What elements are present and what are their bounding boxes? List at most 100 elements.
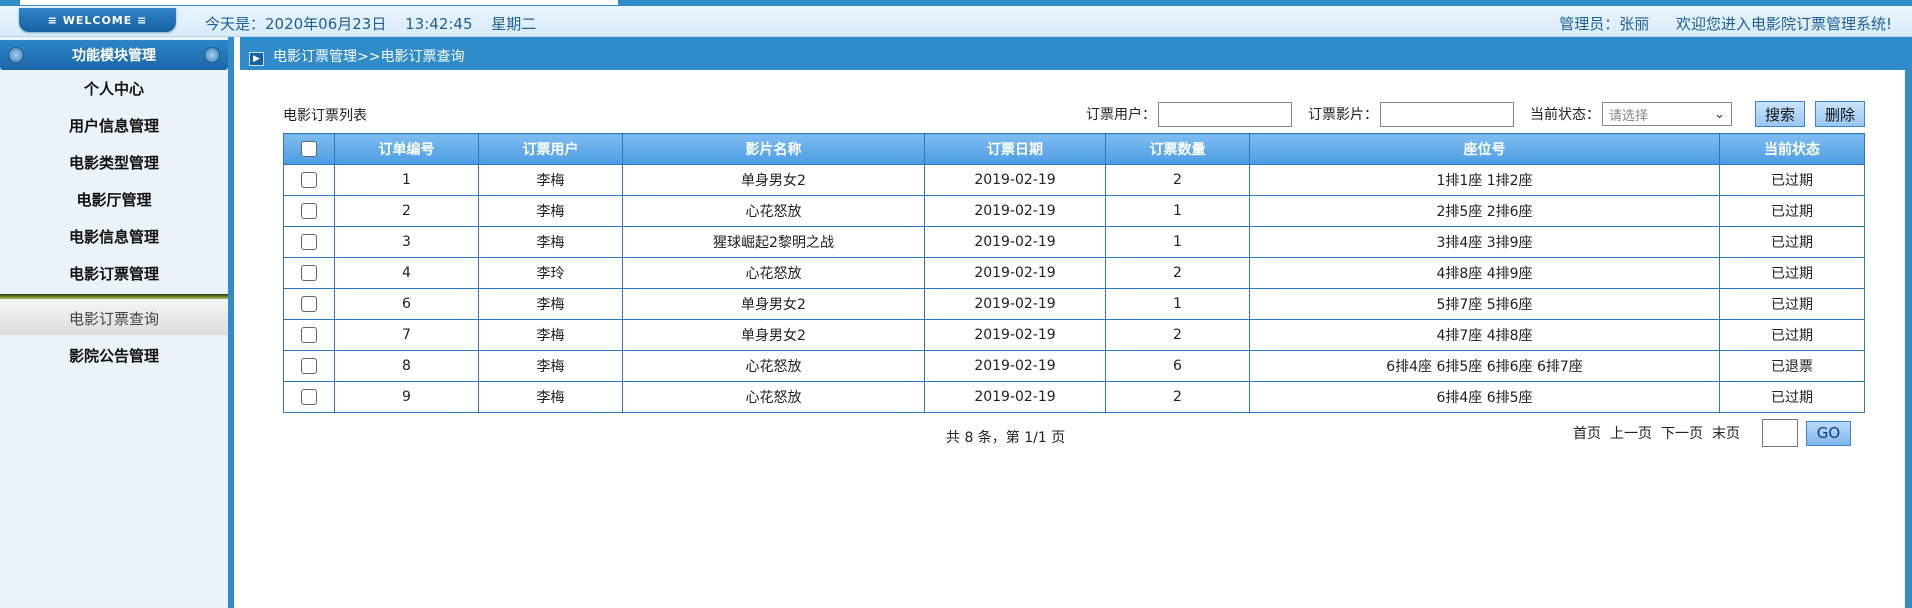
ticket-count: 1 — [1105, 226, 1250, 258]
order-id: 2 — [334, 195, 479, 227]
table-row: 4 李玲 心花怒放 2019-02-19 2 4排8座 4排9座 已过期 — [283, 257, 1865, 289]
movie-name: 单身男女2 — [622, 164, 925, 196]
pager-info: 共 8 条，第 1/1 页 — [946, 430, 1066, 446]
seat-numbers: 6排4座 6排5座 — [1249, 381, 1720, 413]
table-row: 7 李梅 单身男女2 2019-02-19 2 4排7座 4排8座 已过期 — [283, 319, 1865, 351]
booking-user: 李梅 — [478, 164, 623, 196]
row-checkbox[interactable] — [301, 358, 317, 374]
seat-numbers: 6排4座 6排5座 6排6座 6排7座 — [1249, 350, 1720, 382]
user-input[interactable] — [1158, 101, 1292, 127]
row-checkbox[interactable] — [301, 389, 317, 405]
movie-name: 心花怒放 — [622, 257, 925, 289]
booking-user: 李梅 — [478, 226, 623, 258]
ticket-table: 订单编号 订票用户 影片名称 订票日期 订票数量 座位号 当前状态 1 李梅 单… — [283, 133, 1865, 413]
row-checkbox[interactable] — [301, 296, 317, 312]
sidebar-title-text: 功能模块管理 — [72, 48, 156, 64]
search-button[interactable]: 搜索 — [1755, 101, 1805, 127]
prev-page-link[interactable]: 上一页 — [1610, 423, 1652, 443]
movie-name: 心花怒放 — [622, 381, 925, 413]
page-number-input[interactable] — [1762, 419, 1798, 447]
seat-numbers: 4排8座 4排9座 — [1249, 257, 1720, 289]
column-header: 当前状态 — [1719, 133, 1865, 165]
order-id: 8 — [334, 350, 479, 382]
movie-name: 猩球崛起2黎明之战 — [622, 226, 925, 258]
date-label: 今天是：2020年06月23日 — [205, 15, 387, 33]
row-checkbox[interactable] — [301, 234, 317, 250]
column-header: 订票日期 — [924, 133, 1106, 165]
order-status: 已过期 — [1719, 164, 1865, 196]
select-all-cell — [283, 133, 335, 165]
chevron-down-icon: ⌄ — [1714, 106, 1725, 122]
sidebar-item-movie-info[interactable]: 电影信息管理 — [0, 218, 228, 255]
welcome-message: 欢迎您进入电影院订票管理系统! — [1675, 15, 1892, 33]
row-checkbox[interactable] — [301, 265, 317, 281]
row-checkbox[interactable] — [301, 203, 317, 219]
admin-name: 管理员：张丽 — [1559, 15, 1650, 33]
status-placeholder: 请选择 — [1609, 108, 1649, 124]
ticket-count: 6 — [1105, 350, 1250, 382]
sidebar-item-personal-center[interactable]: 个人中心 — [0, 70, 228, 107]
sidebar-item-movie-type[interactable]: 电影类型管理 — [0, 144, 228, 181]
booking-user: 李梅 — [478, 319, 623, 351]
booking-date: 2019-02-19 — [924, 350, 1106, 382]
order-id: 6 — [334, 288, 479, 320]
booking-user: 李玲 — [478, 257, 623, 289]
order-status: 已过期 — [1719, 381, 1865, 413]
movie-name: 心花怒放 — [622, 195, 925, 227]
movie-label: 订票影片： — [1308, 107, 1378, 123]
row-checkbox[interactable] — [301, 172, 317, 188]
table-row: 2 李梅 心花怒放 2019-02-19 1 2排5座 2排6座 已过期 — [283, 195, 1865, 227]
seat-numbers: 5排7座 5排6座 — [1249, 288, 1720, 320]
order-id: 9 — [334, 381, 479, 413]
booking-date: 2019-02-19 — [924, 164, 1106, 196]
movie-input[interactable] — [1380, 101, 1514, 127]
order-status: 已过期 — [1719, 195, 1865, 227]
sidebar-item-movie-hall[interactable]: 电影厅管理 — [0, 181, 228, 218]
column-header: 订单编号 — [334, 133, 479, 165]
sidebar-item-ticket-booking[interactable]: 电影订票管理 — [0, 255, 228, 292]
booking-date: 2019-02-19 — [924, 257, 1106, 289]
movie-name: 单身男女2 — [622, 288, 925, 320]
sidebar-subitem-ticket-query[interactable]: 电影订票查询 — [0, 301, 228, 335]
column-header: 座位号 — [1249, 133, 1720, 165]
booking-date: 2019-02-19 — [924, 381, 1106, 413]
sidebar-item-user-info[interactable]: 用户信息管理 — [0, 107, 228, 144]
select-all-checkbox[interactable] — [301, 141, 317, 157]
next-page-link[interactable]: 下一页 — [1661, 423, 1703, 443]
movie-name: 心花怒放 — [622, 350, 925, 382]
main-header: ▶ 电影订票管理>>电影订票查询 — [240, 37, 1912, 70]
search-status-group: 当前状态： 请选择 ⌄ — [1530, 100, 1732, 128]
delete-button[interactable]: 删除 — [1815, 101, 1865, 127]
breadcrumb: 电影订票管理>>电影订票查询 — [273, 49, 465, 65]
play-icon: ▶ — [249, 52, 264, 66]
weekday-label: 星期二 — [491, 15, 537, 33]
booking-date: 2019-02-19 — [924, 226, 1106, 258]
status-select[interactable]: 请选择 ⌄ — [1602, 102, 1732, 126]
sidebar-item-announcement[interactable]: 影院公告管理 — [0, 337, 228, 374]
status-label: 当前状态： — [1530, 107, 1600, 123]
movie-name: 单身男女2 — [622, 319, 925, 351]
column-header: 订票用户 — [478, 133, 623, 165]
pager: 首页 上一页 下一页 末页 GO — [1573, 418, 1851, 448]
search-movie-group: 订票影片： — [1308, 100, 1514, 128]
ticket-count: 2 — [1105, 257, 1250, 289]
booking-user: 李梅 — [478, 195, 623, 227]
booking-user: 李梅 — [478, 350, 623, 382]
ticket-count: 1 — [1105, 288, 1250, 320]
first-page-link[interactable]: 首页 — [1573, 423, 1601, 443]
go-button[interactable]: GO — [1806, 420, 1851, 446]
seat-numbers: 3排4座 3排9座 — [1249, 226, 1720, 258]
order-status: 已过期 — [1719, 226, 1865, 258]
admin-info: 管理员：张丽 欢迎您进入电影院订票管理系统! — [1537, 13, 1892, 34]
order-id: 1 — [334, 164, 479, 196]
order-id: 7 — [334, 319, 479, 351]
main-right-border — [1905, 70, 1912, 608]
order-status: 已过期 — [1719, 257, 1865, 289]
booking-user: 李梅 — [478, 381, 623, 413]
row-checkbox[interactable] — [301, 327, 317, 343]
order-status: 已过期 — [1719, 319, 1865, 351]
order-status: 已过期 — [1719, 288, 1865, 320]
ticket-count: 2 — [1105, 319, 1250, 351]
last-page-link[interactable]: 末页 — [1712, 423, 1740, 443]
user-label: 订票用户： — [1086, 107, 1156, 123]
